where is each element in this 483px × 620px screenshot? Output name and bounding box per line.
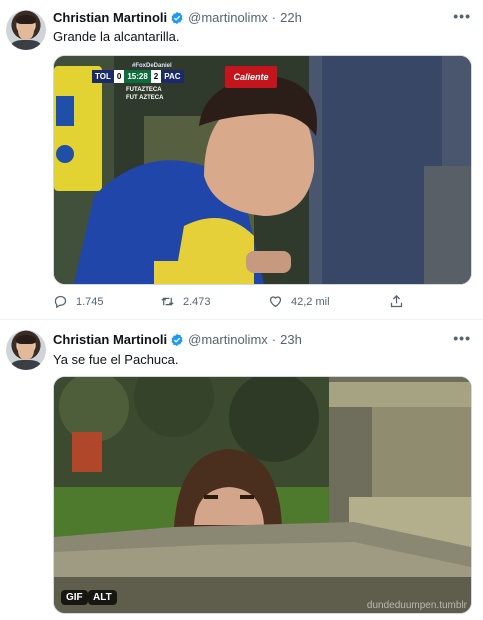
tweet-text: Ya se fue el Pachuca. xyxy=(53,352,179,367)
retweet-count: 2.473 xyxy=(183,295,211,308)
more-horizontal-icon[interactable]: ••• xyxy=(453,8,471,24)
author-name[interactable]: Christian Martinoli xyxy=(53,10,167,25)
verified-badge-icon xyxy=(171,11,183,24)
tweet-time[interactable]: 22h xyxy=(280,10,302,25)
header-separator: · xyxy=(271,332,277,347)
author-avatar[interactable] xyxy=(6,330,46,370)
author-handle[interactable]: @martinolimx xyxy=(188,10,268,25)
tweet-time[interactable]: 23h xyxy=(280,332,302,347)
like-count: 42,2 mil xyxy=(291,295,330,308)
scoreboard: TOL 0 15:28 2 PAC xyxy=(92,70,184,83)
like-button[interactable]: 42,2 mil xyxy=(268,294,330,309)
verified-badge-icon xyxy=(171,333,183,346)
retweet-button[interactable]: 2.473 xyxy=(160,294,211,309)
tweet-divider xyxy=(0,319,483,320)
avatar-body xyxy=(11,40,41,50)
tweet-actions: 1.745 2.473 42,2 mil xyxy=(53,294,413,312)
avatar-hair xyxy=(16,15,36,24)
tweet-header: Christian Martinoli @martinolimx · 23h xyxy=(53,332,302,347)
scoreboard-hashtag: #FoxDeDaniel xyxy=(132,63,172,69)
alt-badge[interactable]: ALT xyxy=(88,590,117,605)
scoreboard-away-team: PAC xyxy=(161,70,184,83)
scoreboard-network-line1: FUTAZTECA xyxy=(126,87,162,93)
tweet-header: Christian Martinoli @martinolimx · 22h xyxy=(53,10,302,25)
gif-badge: GIF xyxy=(61,590,88,605)
author-name[interactable]: Christian Martinoli xyxy=(53,332,167,347)
gif-still xyxy=(54,377,471,613)
header-separator: · xyxy=(271,10,277,25)
tweet-media-gif[interactable]: GIF ALT dundeduumpen.tumblr xyxy=(53,376,472,614)
scoreboard-away-score: 2 xyxy=(150,70,162,83)
avatar-body xyxy=(11,360,41,370)
scoreboard-clock: 15:28 xyxy=(124,70,151,83)
scoreboard-home-score: 0 xyxy=(113,70,125,83)
reply-icon xyxy=(54,295,67,309)
share-button[interactable] xyxy=(389,294,412,309)
scoreboard-network-line2: FUT AZTECA xyxy=(126,95,164,101)
sponsor-logo: Caliente xyxy=(225,66,277,88)
retweet-icon xyxy=(161,297,174,306)
scoreboard-home-team: TOL xyxy=(92,70,114,83)
tweet-media-image[interactable]: TOL 0 15:28 2 PAC FUTAZTECA FUT AZTECA #… xyxy=(53,55,472,285)
avatar-hair xyxy=(16,335,36,344)
share-icon xyxy=(390,294,403,308)
scoreboard-network: FUTAZTECA FUT AZTECA xyxy=(126,86,163,102)
reply-count: 1.745 xyxy=(76,295,104,308)
tweet[interactable]: Christian Martinoli @martinolimx · 22h •… xyxy=(0,0,483,318)
more-horizontal-icon[interactable]: ••• xyxy=(453,330,471,346)
tweet-text: Grande la alcantarilla. xyxy=(53,29,180,44)
gif-watermark: dundeduumpen.tumblr xyxy=(366,600,467,611)
author-avatar[interactable] xyxy=(6,10,46,50)
broadcast-still xyxy=(54,56,471,284)
reply-button[interactable]: 1.745 xyxy=(53,294,104,309)
author-handle[interactable]: @martinolimx xyxy=(188,332,268,347)
like-heart-icon xyxy=(269,296,282,308)
